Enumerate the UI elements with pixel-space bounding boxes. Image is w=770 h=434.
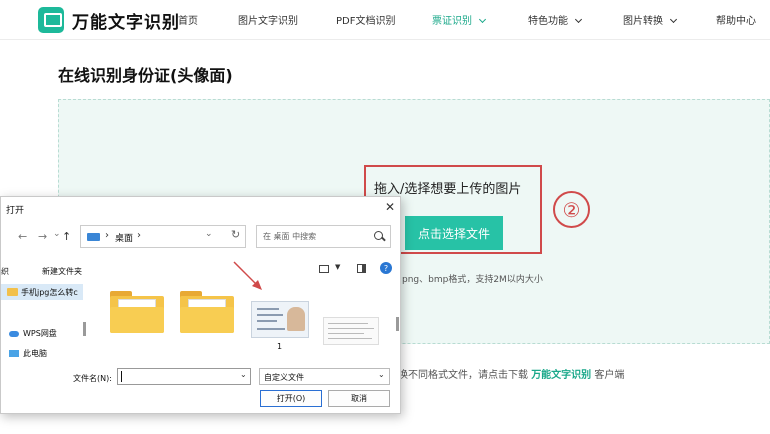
preview-pane-icon[interactable]: [357, 264, 366, 273]
download-client-link[interactable]: 万能文字识别: [531, 370, 591, 381]
chevron-down-icon[interactable]: ▼: [335, 263, 340, 271]
file-list-scrollbar[interactable]: [396, 317, 399, 331]
download-hint-prefix: 换不同格式文件，请点击下载: [398, 370, 528, 381]
nav-features-label: 特色功能: [528, 16, 568, 27]
back-icon[interactable]: ←: [18, 230, 27, 243]
breadcrumb-separator: ›: [137, 230, 141, 241]
sidebar-item-this-pc[interactable]: 此电脑: [23, 348, 47, 359]
folder-icon: [7, 288, 18, 296]
forward-icon[interactable]: →: [38, 230, 47, 243]
file-type-value: 自定义文件: [264, 373, 304, 382]
chevron-down-icon[interactable]: ⌄: [205, 229, 213, 239]
breadcrumb-separator: ›: [105, 230, 109, 241]
sidebar-item-selected-folder[interactable]: 手机jpg怎么转c: [1, 284, 83, 300]
navigation-pane: 手机jpg怎么转c WPS网盘 此电脑: [1, 281, 83, 359]
chevron-down-icon: ⌄: [378, 370, 385, 379]
text-caret: [121, 371, 122, 382]
refresh-icon[interactable]: ↻: [231, 228, 240, 241]
document-thumbnail[interactable]: [323, 317, 379, 345]
portrait-icon: [287, 307, 305, 331]
nav-home[interactable]: 首页: [178, 12, 198, 27]
filename-label: 文件名(N):: [73, 374, 112, 383]
help-icon[interactable]: ?: [380, 262, 392, 274]
annotation-step-number: ②: [553, 191, 590, 228]
chevron-down-icon[interactable]: ⌄: [240, 370, 247, 379]
download-hint: 换不同格式文件，请点击下载 万能文字识别 客户端: [398, 366, 624, 381]
top-navigation: 万能文字识别 首页 图片文字识别 PDF文档识别 票证识别 特色功能 图片转换 …: [0, 0, 770, 40]
organize-menu[interactable]: 织: [1, 266, 9, 277]
file-type-select[interactable]: 自定义文件 ⌄: [259, 368, 390, 385]
nav-ticket-id-label: 票证识别: [432, 16, 472, 27]
desktop-icon: [87, 233, 100, 241]
nav-features[interactable]: 特色功能: [528, 12, 583, 27]
file-open-dialog: 打开 ✕ ← → ⌄ ↑ › 桌面 › ⌄ ↻ 在 桌面 中搜索 织 新建文件夹…: [0, 196, 401, 414]
sidebar-item-label: 手机jpg怎么转c: [21, 288, 78, 297]
file-name-label[interactable]: 1: [277, 342, 282, 351]
chevron-down-icon: [669, 15, 678, 24]
logo-icon: [38, 7, 64, 33]
address-bar[interactable]: › 桌面 › ⌄ ↻: [80, 225, 246, 248]
logo-text: 万能文字识别: [72, 12, 180, 33]
folder-icon[interactable]: [110, 291, 164, 333]
filename-input[interactable]: ⌄: [117, 368, 251, 385]
computer-icon: [9, 350, 19, 357]
nav-help[interactable]: 帮助中心: [716, 12, 756, 27]
cloud-icon: [9, 331, 19, 337]
format-hint: png、bmp格式，支持2M以内大小: [402, 275, 543, 285]
open-button[interactable]: 打开(O): [260, 390, 322, 407]
new-folder-button[interactable]: 新建文件夹: [42, 266, 82, 277]
chevron-down-icon: [478, 15, 487, 24]
nav-image-convert-label: 图片转换: [623, 16, 663, 27]
page-title: 在线识别身份证(头像面): [58, 66, 233, 85]
folder-icon[interactable]: [180, 291, 234, 333]
up-icon[interactable]: ↑: [62, 230, 71, 243]
view-mode-icon[interactable]: [319, 265, 329, 273]
download-hint-suffix: 客户端: [594, 370, 625, 381]
nav-image-convert[interactable]: 图片转换: [623, 12, 678, 27]
dialog-title: 打开: [6, 206, 25, 216]
nav-image-text[interactable]: 图片文字识别: [238, 12, 298, 27]
chevron-down-icon[interactable]: ⌄: [53, 229, 61, 239]
search-input[interactable]: 在 桌面 中搜索: [256, 225, 391, 248]
chevron-down-icon: [574, 15, 583, 24]
cancel-button[interactable]: 取消: [328, 390, 390, 407]
breadcrumb-desktop[interactable]: 桌面: [115, 231, 133, 244]
nav-ticket-id[interactable]: 票证识别: [432, 12, 487, 27]
logo[interactable]: 万能文字识别: [38, 6, 180, 34]
file-list: 1: [91, 281, 394, 359]
id-card-image-thumbnail[interactable]: [251, 301, 309, 338]
sidebar-scrollbar[interactable]: [83, 322, 86, 336]
sidebar-item-wps-cloud[interactable]: WPS网盘: [23, 328, 57, 339]
search-icon[interactable]: [371, 228, 389, 245]
nav-pdf-text[interactable]: PDF文档识别: [336, 12, 395, 27]
close-icon[interactable]: ✕: [385, 200, 395, 214]
search-placeholder: 在 桌面 中搜索: [263, 232, 317, 241]
